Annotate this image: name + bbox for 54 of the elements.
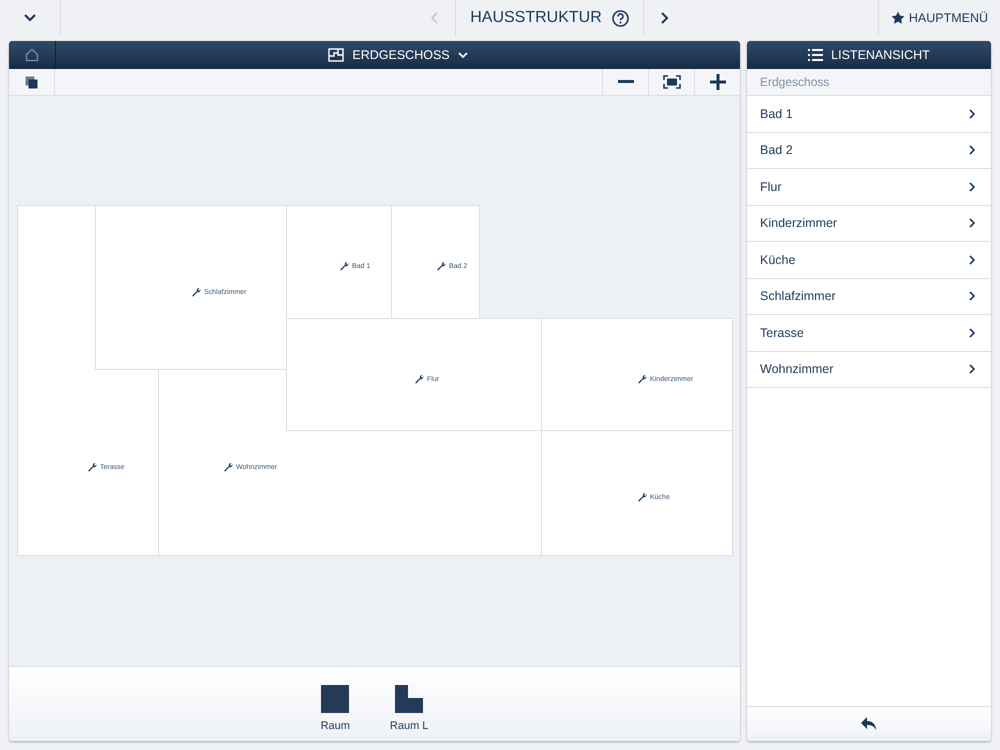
room-shape[interactable]: [286, 205, 392, 319]
room-shape[interactable]: [95, 205, 287, 370]
reply-arrow-icon: [861, 717, 877, 731]
chevron-right-icon: [969, 108, 975, 119]
chevron-left-icon: [430, 12, 438, 24]
wrench-icon: [224, 463, 233, 472]
room-list-item[interactable]: Bad 1: [747, 96, 991, 132]
wrench-icon: [340, 262, 349, 271]
wrench-icon: [415, 375, 424, 384]
help-icon[interactable]: [612, 10, 629, 26]
wrench-icon: [88, 463, 97, 472]
chevron-right-icon: [969, 328, 975, 338]
l-shaped-room-icon: [395, 684, 424, 712]
room-list-item[interactable]: Wohnzimmer: [747, 352, 991, 388]
room-shape[interactable]: [17, 205, 159, 556]
room-shape[interactable]: [541, 318, 733, 431]
stacked-squares-icon: [25, 76, 38, 88]
room-shape[interactable]: [541, 430, 733, 556]
house-icon: [25, 48, 39, 62]
star-icon: [890, 11, 905, 25]
chevron-right-icon: [660, 12, 669, 24]
section-header: Erdgeschoss: [747, 69, 991, 96]
room-list-item[interactable]: Bad 2: [747, 132, 991, 169]
fit-screen-icon: [662, 75, 680, 89]
chevron-right-icon: [969, 218, 975, 228]
chevron-right-icon: [969, 254, 975, 265]
room-shape[interactable]: [158, 369, 542, 556]
plus-icon: [710, 74, 726, 90]
floor-plan-icon: [328, 48, 344, 62]
wrench-icon: [437, 262, 446, 271]
page-title: HAUSSTRUKTUR: [470, 9, 602, 27]
room-template-button[interactable]: Raum: [320, 676, 350, 732]
room-list-item[interactable]: Schlafzimmer: [747, 278, 991, 315]
chevron-right-icon: [969, 182, 975, 192]
room-template-button[interactable]: Raum L: [390, 676, 428, 732]
wrench-icon: [192, 288, 201, 297]
minus-icon: [618, 80, 634, 84]
list-view-button[interactable]: LISTENANSICHT: [747, 41, 991, 69]
room-list-item[interactable]: Küche: [747, 242, 991, 278]
room-shape[interactable]: [391, 205, 480, 319]
chevron-right-icon: [969, 145, 975, 156]
square-room-icon: [321, 684, 350, 712]
wrench-icon: [638, 493, 647, 502]
room-shape[interactable]: [286, 318, 542, 431]
chevron-right-icon: [969, 364, 975, 374]
list-icon: [808, 49, 824, 61]
room-list-item[interactable]: Flur: [747, 169, 991, 206]
wrench-icon: [638, 375, 647, 384]
room-list-item[interactable]: Kinderzimmer: [747, 206, 991, 242]
chevron-down-icon: [24, 14, 36, 22]
main-menu-button[interactable]: HAUPTMENÜ: [878, 0, 1000, 36]
chevron-right-icon: [969, 291, 975, 302]
room-list-item[interactable]: Terasse: [747, 315, 991, 352]
chevron-down-icon: [458, 52, 468, 58]
